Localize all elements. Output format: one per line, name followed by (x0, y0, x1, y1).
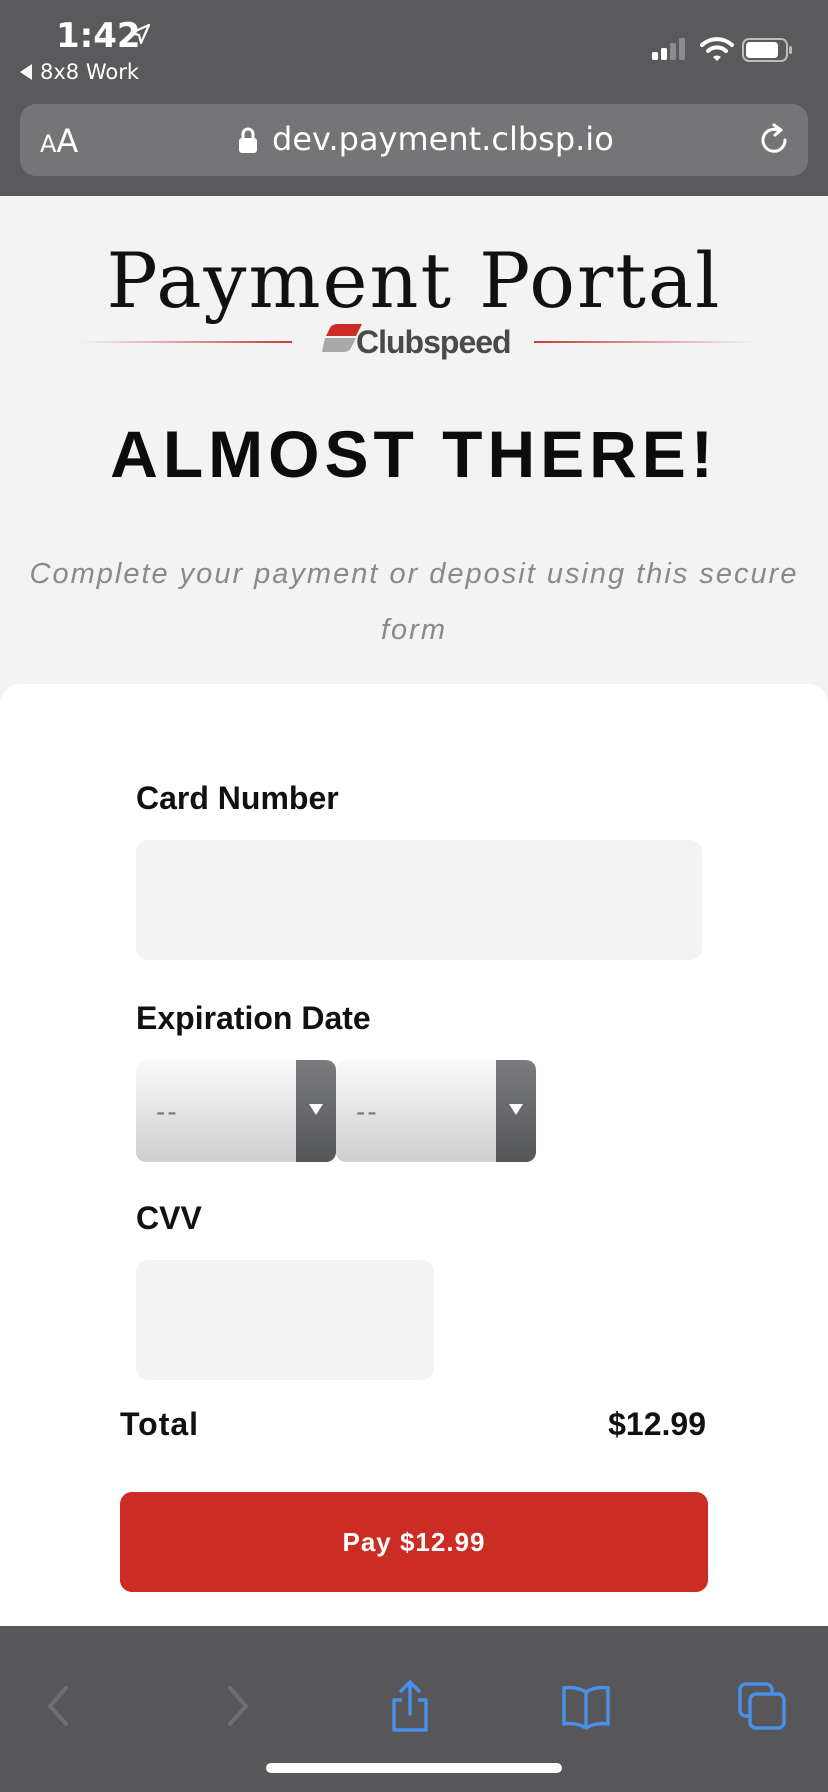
brand-name: Clubspeed (356, 324, 512, 360)
forward-arrow-icon[interactable] (208, 1678, 264, 1734)
reload-icon[interactable] (756, 122, 792, 158)
expiration-month-value: -- (156, 1096, 179, 1127)
brand-divider-left (80, 341, 292, 343)
text-size-big-glyph: A (56, 122, 79, 160)
home-indicator[interactable] (266, 1763, 562, 1773)
location-arrow-icon (129, 23, 151, 45)
battery-icon (742, 38, 792, 62)
portal-title: Payment Portal (106, 236, 722, 325)
cellular-signal-icon (652, 38, 685, 60)
brand-divider-right (534, 341, 754, 343)
total-value: $12.99 (608, 1406, 706, 1442)
caret-down-icon (309, 1104, 323, 1115)
browser-top-chrome: 1:42 8x8 Work AA dev.payment.clbsp.io (0, 0, 828, 196)
cvv-input[interactable] (136, 1260, 434, 1380)
total-label: Total (120, 1406, 200, 1442)
tabs-icon[interactable] (734, 1678, 790, 1734)
expiration-year-value: -- (356, 1096, 379, 1127)
url-text[interactable]: dev.payment.clbsp.io (272, 120, 614, 158)
card-number-label: Card Number (136, 780, 339, 816)
expiration-year-select[interactable]: -- (336, 1060, 536, 1162)
back-to-app-link[interactable]: 8x8 Work (20, 60, 139, 84)
text-size-small-glyph: A (40, 130, 57, 158)
address-bar[interactable]: AA dev.payment.clbsp.io (20, 104, 808, 176)
dropdown-button (496, 1060, 536, 1162)
expiration-month-select[interactable]: -- (136, 1060, 336, 1162)
back-triangle-icon (20, 64, 32, 80)
back-app-label: 8x8 Work (40, 60, 140, 84)
text-size-button[interactable]: AA (40, 122, 78, 160)
share-icon[interactable] (382, 1678, 438, 1734)
card-number-input[interactable] (136, 840, 702, 960)
expiration-date-label: Expiration Date (136, 1000, 371, 1036)
caret-down-icon (509, 1104, 523, 1115)
wifi-icon (700, 37, 734, 61)
dropdown-button (296, 1060, 336, 1162)
back-arrow-icon[interactable] (32, 1678, 88, 1734)
bookmarks-icon[interactable] (558, 1678, 614, 1734)
pay-button[interactable]: Pay $12.99 (120, 1492, 708, 1592)
subtitle: Complete your payment or deposit using t… (29, 558, 799, 646)
headline: ALMOST THERE! (110, 417, 718, 491)
lock-icon (239, 127, 257, 153)
cvv-label: CVV (136, 1200, 202, 1236)
